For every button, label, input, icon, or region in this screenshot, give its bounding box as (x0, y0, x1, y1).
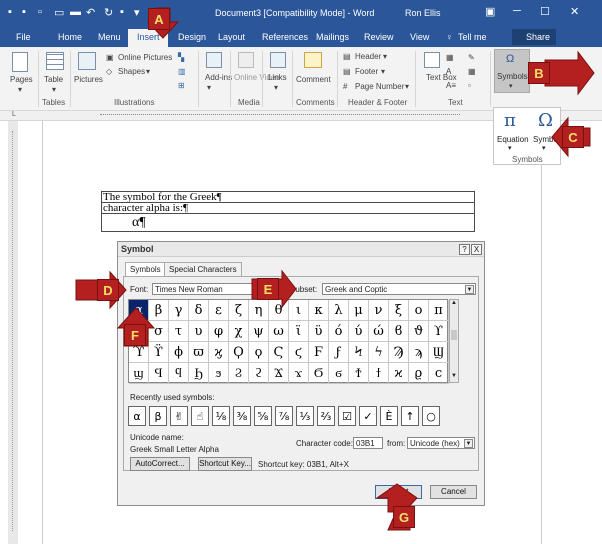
callout-a: A (148, 8, 170, 30)
callout-g: G (393, 506, 415, 528)
callout-arrows (75, 7, 595, 531)
callout-b: B (528, 62, 550, 84)
callout-e: E (257, 278, 279, 300)
callout-f: F (124, 324, 146, 346)
arrow-b (544, 50, 595, 96)
callout-c: C (562, 126, 584, 148)
callout-d: D (97, 279, 119, 301)
